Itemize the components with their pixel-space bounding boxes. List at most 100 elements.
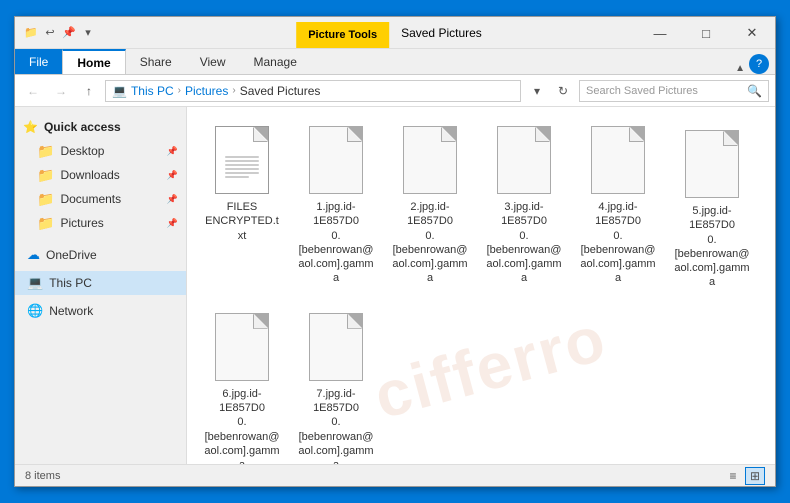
search-placeholder: Search Saved Pictures [586,85,698,97]
file-label-2: 2.jpg.id-1E857D00.[bebenrowan@aol.com].g… [391,200,469,286]
title-bar-left: 📁 ↩ 📌 ▾ [15,17,96,48]
address-bar-actions: ▾ ↻ [525,79,575,103]
up-button[interactable]: ↑ [77,79,101,103]
tab-file[interactable]: File [15,49,62,74]
pin-documents-icon: 📌 [167,194,178,205]
watermark-text: cifferro [366,301,614,434]
file-label-encrypted: FILES ENCRYPTED.txt [203,200,281,243]
title-tab-area: Picture Tools Saved Pictures [296,17,494,48]
chevron-up-icon: ▲ [735,63,745,74]
view-controls: ≡ ⊞ [723,467,765,485]
doc-shape-6 [215,313,269,381]
breadcrumb-sep-1: › [178,85,181,96]
folder-desktop-icon: 📁 [37,143,54,160]
close-button[interactable]: ✕ [729,17,775,49]
title-bar-controls: — □ ✕ [637,17,775,49]
undo-icon[interactable]: ↩ [42,25,58,41]
quick-access-icons: 📁 ↩ 📌 ▾ [23,25,96,41]
refresh-button[interactable]: ↻ [551,79,575,103]
back-button[interactable]: ← [21,79,45,103]
maximize-button[interactable]: □ [683,17,729,49]
file-icon-4 [586,123,650,197]
file-label-3: 3.jpg.id-1E857D00.[bebenrowan@aol.com].g… [485,200,563,286]
pin-icon[interactable]: 📌 [61,25,77,41]
folder-documents-icon: 📁 [37,191,54,208]
file-item-7[interactable]: 7.jpg.id-1E857D00.[bebenrowan@aol.com].g… [293,306,379,464]
file-icon-5 [680,127,744,201]
address-bar: ← → ↑ 💻 This PC › Pictures › Saved Pictu… [15,75,775,107]
search-icon[interactable]: 🔍 [747,84,762,98]
sidebar-item-desktop[interactable]: 📁 Desktop 📌 [15,139,186,163]
sidebar-quick-access: ⭐ Quick access [15,115,186,139]
minimize-button[interactable]: — [637,17,683,49]
explorer-window: 📁 ↩ 📌 ▾ Picture Tools Saved Pictures — □… [14,16,776,487]
network-icon: 🌐 [27,303,43,319]
sidebar-item-network[interactable]: 🌐 Network [15,299,186,323]
help-button[interactable]: ? [749,54,769,74]
dropdown-breadcrumb-button[interactable]: ▾ [525,79,549,103]
file-label-4: 4.jpg.id-1E857D00.[bebenrowan@aol.com].g… [579,200,657,286]
pin-desktop-icon: 📌 [167,146,178,157]
sidebar-item-documents[interactable]: 📁 Documents 📌 [15,187,186,211]
breadcrumb-thispc[interactable]: This PC [131,84,174,98]
ribbon-tabs: File Home Share View Manage ▲ ? [15,49,775,75]
tab-manage[interactable]: Manage [240,49,311,74]
file-icon-6 [210,310,274,384]
breadcrumb-pictures[interactable]: Pictures [185,84,228,98]
folder-pictures-icon: 📁 [37,215,54,232]
large-icons-view-button[interactable]: ⊞ [745,467,765,485]
doc-shape-2 [403,126,457,194]
window-title: Saved Pictures [389,17,494,48]
pc-breadcrumb-icon: 💻 [112,84,127,98]
forward-button[interactable]: → [49,79,73,103]
title-bar: 📁 ↩ 📌 ▾ Picture Tools Saved Pictures — □… [15,17,775,49]
dropdown-icon[interactable]: ▾ [80,25,96,41]
details-view-button[interactable]: ≡ [723,467,743,485]
doc-shape-3 [497,126,551,194]
file-icon-3 [492,123,556,197]
doc-shape-1 [309,126,363,194]
file-label-7: 7.jpg.id-1E857D00.[bebenrowan@aol.com].g… [297,387,375,464]
file-icon-7 [304,310,368,384]
status-bar: 8 items ≡ ⊞ [15,464,775,486]
item-count: 8 items [25,470,60,482]
sidebar-item-onedrive[interactable]: ☁ OneDrive [15,243,186,267]
tab-home[interactable]: Home [62,49,125,74]
ribbon-expand-button[interactable]: ▲ [735,63,745,74]
picture-tools-tab[interactable]: Picture Tools [296,22,389,48]
doc-shape-encrypted [215,126,269,194]
sidebar-item-thispc[interactable]: 💻 This PC [15,271,186,295]
file-icon-encrypted [210,123,274,197]
doc-shape-4 [591,126,645,194]
file-icon-2 [398,123,462,197]
breadcrumb-sep-2: › [232,85,235,96]
file-label-5: 5.jpg.id-1E857D00.[bebenrowan@aol.com].g… [673,204,751,290]
quick-access-icon: ⭐ [23,120,38,134]
file-icon-1 [304,123,368,197]
file-item-5[interactable]: 5.jpg.id-1E857D00.[bebenrowan@aol.com].g… [669,123,755,294]
file-item-3[interactable]: 3.jpg.id-1E857D00.[bebenrowan@aol.com].g… [481,119,567,294]
tab-share[interactable]: Share [126,49,186,74]
sidebar-item-pictures[interactable]: 📁 Pictures 📌 [15,211,186,235]
main-area: ⭐ Quick access 📁 Desktop 📌 📁 Downloads 📌… [15,107,775,464]
sidebar-item-downloads[interactable]: 📁 Downloads 📌 [15,163,186,187]
file-label-6: 6.jpg.id-1E857D00.[bebenrowan@aol.com].g… [203,387,281,464]
file-item-encrypted[interactable]: FILES ENCRYPTED.txt [199,119,285,294]
pin-downloads-icon: 📌 [167,170,178,181]
doc-shape-7 [309,313,363,381]
tab-view[interactable]: View [186,49,240,74]
doc-shape-5 [685,130,739,198]
breadcrumb: 💻 This PC › Pictures › Saved Pictures [105,80,521,102]
folder-downloads-icon: 📁 [37,167,54,184]
file-item-1[interactable]: 1.jpg.id-1E857D00.[bebenrowan@aol.com].g… [293,119,379,294]
file-item-4[interactable]: 4.jpg.id-1E857D00.[bebenrowan@aol.com].g… [575,119,661,294]
folder-titlebar-icon: 📁 [23,25,39,41]
thispc-icon: 💻 [27,275,43,291]
search-box[interactable]: Search Saved Pictures 🔍 [579,80,769,102]
file-item-6[interactable]: 6.jpg.id-1E857D00.[bebenrowan@aol.com].g… [199,306,285,464]
file-label-1: 1.jpg.id-1E857D00.[bebenrowan@aol.com].g… [297,200,375,286]
pin-pictures-icon: 📌 [167,218,178,229]
file-item-2[interactable]: 2.jpg.id-1E857D00.[bebenrowan@aol.com].g… [387,119,473,294]
sidebar: ⭐ Quick access 📁 Desktop 📌 📁 Downloads 📌… [15,107,187,464]
file-view: cifferro [187,107,775,464]
